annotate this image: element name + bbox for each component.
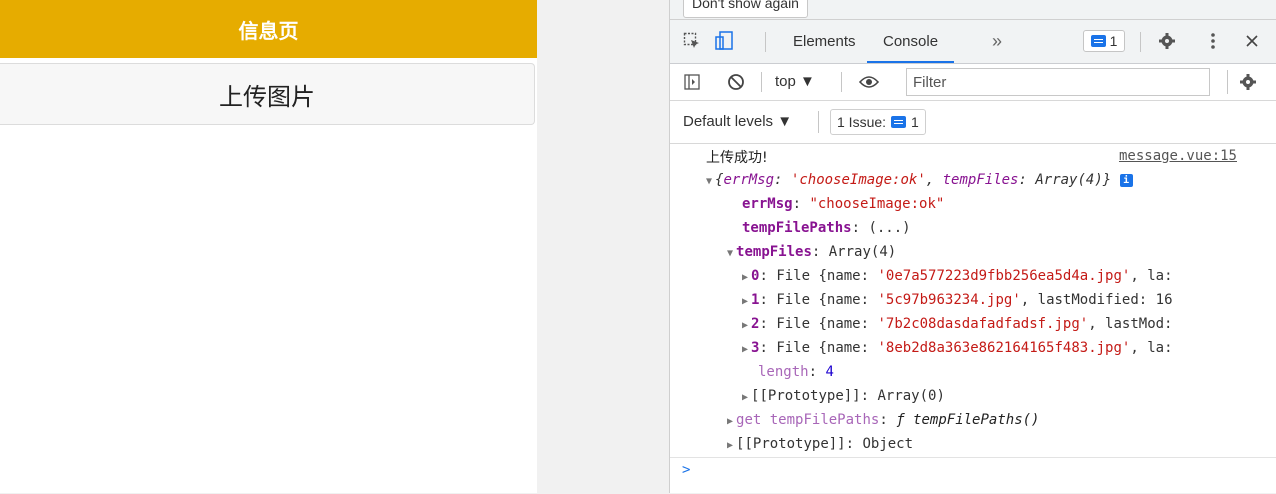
devtools-panel: Don't show again Elements Console » 1 to… — [669, 0, 1276, 493]
live-expression-eye-icon[interactable] — [859, 72, 879, 92]
more-tabs-button[interactable]: » — [992, 20, 1002, 63]
object-summary-row[interactable]: ▼ {errMsg: 'chooseImage:ok', tempFiles: A… — [706, 169, 1133, 191]
file-row[interactable]: ▶ 0: File {name: '0e7a577223d9fbb256ea5d4… — [742, 265, 1173, 287]
file-row[interactable]: ▶ 1: File {name: '5c97b963234.jpg', lastM… — [742, 289, 1173, 311]
console-prompt-chevron: > — [682, 462, 691, 478]
messages-count: 1 — [1109, 33, 1118, 49]
log-message: 上传成功! — [706, 150, 768, 166]
expand-triangle-icon: ▶ — [742, 320, 749, 331]
messages-counter-button[interactable]: 1 — [1083, 30, 1125, 52]
inspect-element-icon[interactable] — [682, 31, 702, 51]
file-row[interactable]: ▶ 3: File {name: '8eb2d8a363e862164165f48… — [742, 337, 1173, 359]
message-icon — [1090, 35, 1106, 47]
toolbar-divider — [818, 111, 819, 133]
getter-row[interactable]: ▶ get tempFilePaths: ƒ tempFilePaths() — [727, 409, 1039, 431]
expand-triangle-icon: ▶ — [742, 344, 749, 355]
filter-input[interactable] — [906, 68, 1210, 96]
log-levels-dropdown[interactable]: Default levels ▼ — [683, 113, 792, 130]
app-preview: 信息页 上传图片 — [0, 0, 537, 493]
issue-message-icon — [891, 116, 907, 128]
length-row: length: 4 — [758, 364, 834, 380]
file-row[interactable]: ▶ 2: File {name: '7b2c08dasdafadfadsf.jpg… — [742, 313, 1173, 335]
console-settings-gear-icon[interactable] — [1238, 72, 1258, 92]
tab-elements[interactable]: Elements — [793, 20, 856, 63]
navigation-bar: 信息页 — [0, 0, 537, 58]
gutter — [537, 0, 669, 493]
device-toolbar-icon[interactable] — [714, 31, 734, 51]
expand-triangle-icon: ▶ — [742, 392, 749, 403]
devtools-tabbar: Elements Console » 1 — [670, 20, 1276, 64]
console-output: 上传成功! message.vue:15 ▼ {errMsg: 'chooseIm… — [670, 144, 1276, 493]
issues-count: 1 — [911, 114, 919, 130]
issues-label: 1 Issue: — [837, 114, 887, 130]
expand-triangle-icon[interactable]: ▼ — [727, 248, 733, 259]
info-icon[interactable]: i — [1119, 173, 1133, 187]
gear-icon[interactable] — [1157, 31, 1177, 51]
upload-image-label: 上传图片 — [219, 83, 315, 111]
issues-button[interactable]: 1 Issue: 1 — [830, 109, 926, 135]
page-title: 信息页 — [238, 20, 299, 43]
prototype-row[interactable]: ▶ [[Prototype]]: Object — [727, 433, 913, 455]
toolbar-divider — [761, 72, 762, 92]
expand-triangle-icon: ▶ — [727, 416, 734, 427]
clear-console-icon[interactable] — [726, 72, 746, 92]
property-row[interactable]: ▼ tempFiles: Array(4) — [727, 241, 896, 263]
toolbar-divider — [841, 72, 842, 92]
toolbar-divider — [1140, 32, 1141, 52]
kebab-menu-icon[interactable] — [1203, 31, 1223, 51]
prototype-row[interactable]: ▶ [[Prototype]]: Array(0) — [742, 385, 945, 407]
upload-image-button[interactable]: 上传图片 — [0, 63, 535, 125]
show-sidebar-icon[interactable] — [682, 72, 702, 92]
console-filterbar: top ▼ — [670, 64, 1276, 101]
toolbar-divider — [1227, 70, 1228, 94]
expand-triangle-icon: ▶ — [742, 272, 749, 283]
expand-triangle-icon: ▶ — [727, 440, 734, 451]
toolbar-divider — [765, 32, 766, 52]
console-levels-bar: Default levels ▼ 1 Issue: 1 — [670, 101, 1276, 144]
devtools-infobar: Don't show again — [670, 0, 1276, 20]
property-row[interactable]: tempFilePaths: (...) — [742, 217, 911, 239]
property-row: errMsg: "chooseImage:ok" — [742, 196, 945, 212]
expand-triangle-icon[interactable]: ▼ — [706, 176, 712, 187]
source-link[interactable]: message.vue:15 — [1119, 148, 1237, 164]
close-icon[interactable] — [1242, 31, 1262, 51]
tab-console[interactable]: Console — [867, 20, 955, 63]
expand-triangle-icon: ▶ — [742, 296, 749, 307]
console-prompt-row[interactable]: > — [670, 457, 1276, 494]
dont-show-again-button[interactable]: Don't show again — [683, 0, 808, 18]
context-selector[interactable]: top ▼ — [775, 72, 815, 92]
